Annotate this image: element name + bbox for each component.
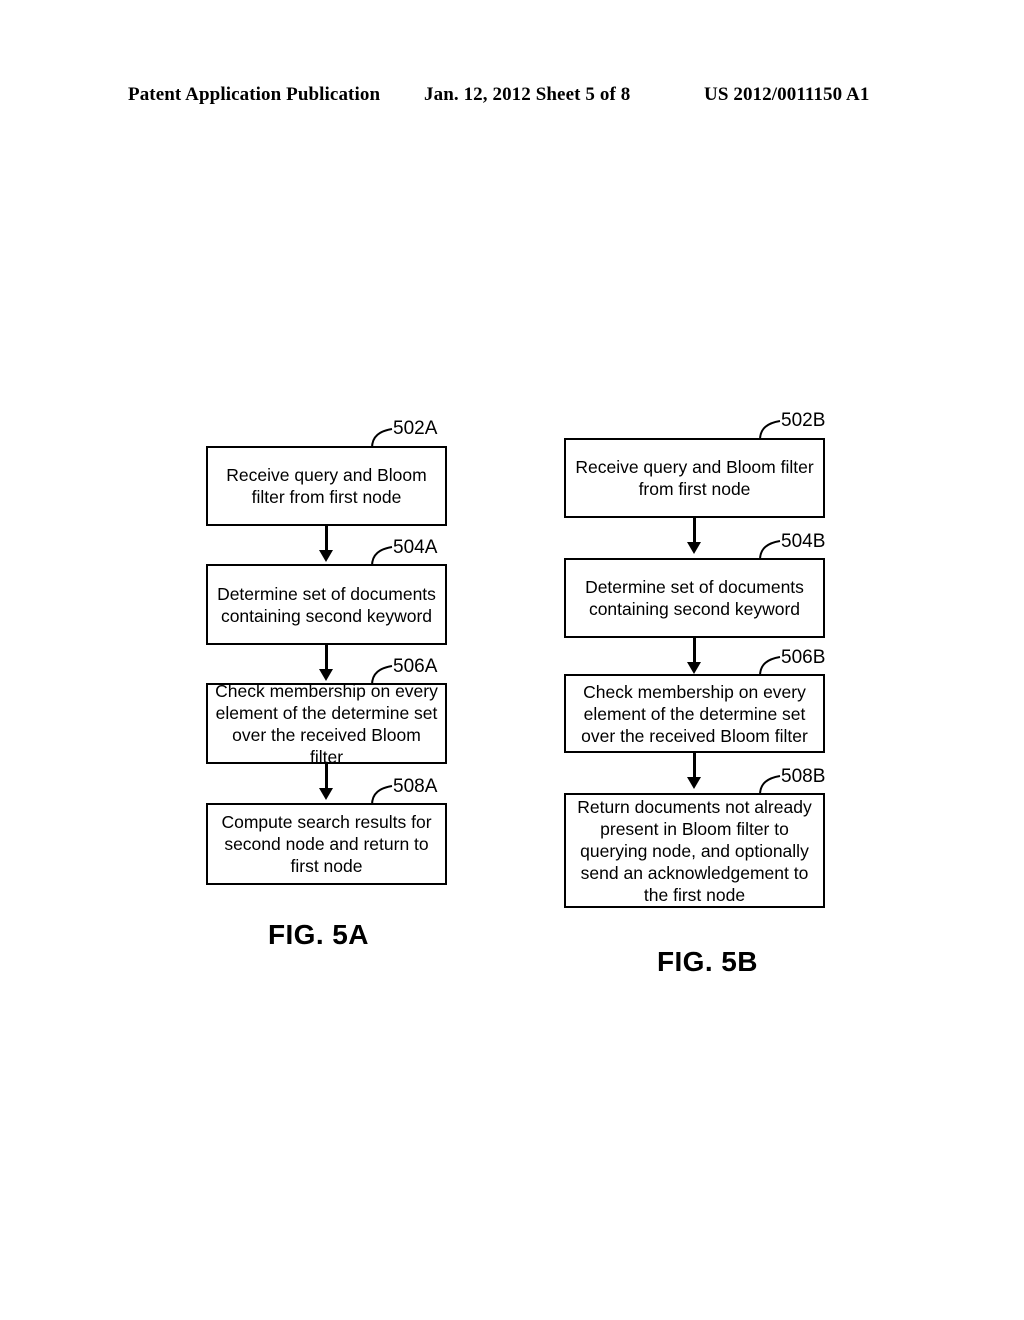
arrowhead-506b-508b — [687, 777, 701, 789]
connector-502b-504b — [693, 518, 696, 544]
flow-box-506b-label: Check membership on every element of the… — [581, 681, 808, 746]
arrowhead-504b-506b — [687, 662, 701, 674]
connector-504b-506b — [693, 638, 696, 664]
flow-box-504a-label: Determine set of documents containing se… — [217, 583, 436, 626]
flow-box-504b: Determine set of documents containing se… — [564, 558, 825, 638]
arrowhead-502b-504b — [687, 542, 701, 554]
ref-numeral-508a: 508A — [393, 776, 438, 797]
flow-box-502a: Receive query and Bloom filter from firs… — [206, 446, 447, 526]
ref-numeral-506a: 506A — [393, 656, 438, 677]
ref-numeral-502b: 502B — [781, 410, 826, 431]
arrowhead-502a-504a — [319, 550, 333, 562]
flow-box-508b: Return documents not already present in … — [564, 793, 825, 908]
ref-numeral-508b: 508B — [781, 766, 826, 787]
flow-box-504b-label: Determine set of documents containing se… — [585, 577, 804, 619]
flow-box-506a-label: Check membership on every element of the… — [215, 680, 438, 767]
flow-box-502b-label: Receive query and Bloom filter from firs… — [575, 457, 814, 499]
connector-506b-508b — [693, 753, 696, 779]
flow-box-502b: Receive query and Bloom filter from firs… — [564, 438, 825, 518]
figure-sheet: Receive query and Bloom filter from firs… — [0, 0, 1024, 1320]
flow-box-506a: Check membership on every element of the… — [206, 681, 447, 767]
flow-box-508b-label: Return documents not already present in … — [577, 796, 812, 905]
flow-box-508a-label: Compute search results for second node a… — [221, 812, 432, 876]
figure-caption-5a: FIG. 5A — [268, 919, 369, 950]
connector-502a-504a — [325, 526, 328, 552]
ref-numeral-506b: 506B — [781, 647, 826, 668]
ref-numeral-504b: 504B — [781, 531, 826, 552]
arrowhead-506a-508a — [319, 788, 333, 800]
figure-caption-5b: FIG. 5B — [657, 946, 758, 977]
connector-504a-506a — [325, 645, 328, 671]
flow-box-506b: Check membership on every element of the… — [564, 674, 825, 753]
connector-506a-508a — [325, 764, 328, 790]
ref-numeral-504a: 504A — [393, 537, 438, 558]
flow-box-502a-label: Receive query and Bloom filter from firs… — [226, 465, 427, 507]
ref-numeral-502a: 502A — [393, 418, 438, 439]
flow-box-508a: Compute search results for second node a… — [206, 803, 447, 885]
flow-box-504a: Determine set of documents containing se… — [206, 564, 447, 645]
